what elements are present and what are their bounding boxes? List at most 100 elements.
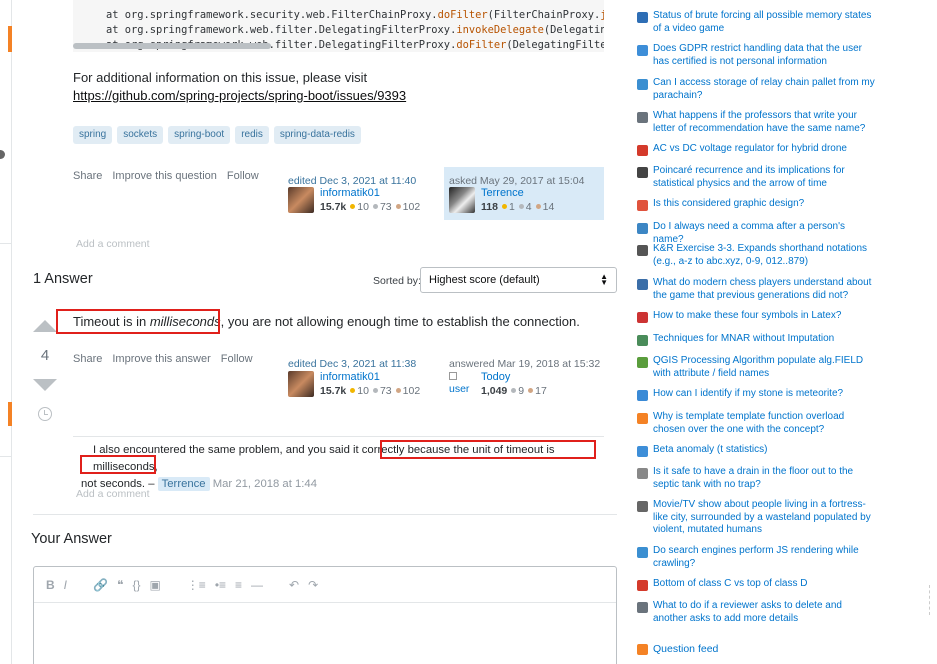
avatar[interactable]	[449, 187, 475, 213]
edited-label[interactable]: edited Dec 3, 2021 at 11:38	[288, 358, 416, 370]
related-question-title[interactable]: Is this considered graphic design?	[653, 198, 804, 211]
related-question-title[interactable]: Do search engines perform JS rendering w…	[653, 545, 877, 570]
related-question-title[interactable]: Techniques for MNAR without Imputation	[653, 333, 834, 346]
related-question[interactable]: How can I identify if my stone is meteor…	[637, 388, 877, 401]
editor-user-card: informatik01 15.7k 10 73 102	[288, 371, 420, 398]
answerer-user-card: Todoy 1,049 9 17	[481, 371, 547, 398]
related-question[interactable]: Does GDPR restrict handling data that th…	[637, 43, 877, 68]
link-icon[interactable]: 🔗	[93, 578, 108, 592]
avatar[interactable]	[288, 371, 314, 397]
scroll-indicator	[929, 585, 932, 615]
related-question[interactable]: Techniques for MNAR without Imputation	[637, 333, 877, 346]
history-icon[interactable]	[38, 407, 52, 421]
image-icon[interactable]: ▣	[149, 578, 160, 592]
related-question-title[interactable]: Movie/TV show about people living in a f…	[653, 499, 877, 537]
tag-spring[interactable]: spring	[73, 126, 113, 144]
related-question[interactable]: Can I access storage of relay chain pall…	[637, 77, 877, 102]
user-stats: 15.7k 10 73 102	[320, 201, 421, 213]
related-question-title[interactable]: What to do if a reviewer asks to delete …	[653, 600, 877, 625]
avatar[interactable]	[288, 187, 314, 213]
related-question[interactable]: What to do if a reviewer asks to delete …	[637, 600, 877, 625]
add-comment-link[interactable]: Add a comment	[76, 238, 150, 250]
code-icon[interactable]: {}	[132, 578, 140, 592]
avatar-alt: user	[449, 383, 470, 395]
add-comment-link[interactable]: Add a comment	[76, 488, 150, 500]
english-se-icon	[637, 223, 648, 234]
editor-toolbar: B I 🔗 ❝ {} ▣ ⋮≡ •≡ ≡ ― ↶ ↷	[34, 567, 616, 603]
related-question-title[interactable]: K&R Exercise 3-3. Expands shorthand nota…	[653, 243, 877, 268]
related-question-title[interactable]: What do modern chess players understand …	[653, 277, 877, 302]
related-question-title[interactable]: AC vs DC voltage regulator for hybrid dr…	[653, 143, 847, 156]
tag-spring-boot[interactable]: spring-boot	[168, 126, 231, 144]
related-question-title[interactable]: Poincaré recurrence and its implications…	[653, 165, 877, 190]
related-question[interactable]: Beta anomaly (t statistics)	[637, 444, 877, 457]
related-question[interactable]: What do modern chess players understand …	[637, 277, 877, 302]
horizontal-rule-icon[interactable]: ―	[251, 578, 263, 592]
related-question[interactable]: Movie/TV show about people living in a f…	[637, 499, 877, 537]
comment-user[interactable]: Terrence	[157, 477, 210, 491]
related-question[interactable]: AC vs DC voltage regulator for hybrid dr…	[637, 143, 877, 156]
related-question[interactable]: Status of brute forcing all possible mem…	[637, 10, 877, 35]
rss-icon	[637, 643, 648, 655]
related-question-title[interactable]: QGIS Processing Algorithm populate alg.F…	[653, 355, 877, 380]
code-scrollbar[interactable]	[73, 43, 271, 49]
bullet-list-icon[interactable]: •≡	[215, 578, 226, 592]
webmasters-icon	[637, 547, 648, 558]
follow-link[interactable]: Follow	[227, 170, 259, 182]
related-question[interactable]: Is it safe to have a drain in the floor …	[637, 466, 877, 491]
bold-icon[interactable]: B	[46, 578, 55, 592]
blockquote-icon[interactable]: ❝	[117, 578, 123, 592]
related-question[interactable]: What happens if the professors that writ…	[637, 110, 877, 135]
related-question-title[interactable]: Is it safe to have a drain in the floor …	[653, 466, 877, 491]
question-feed-link[interactable]: Question feed	[637, 643, 718, 655]
improve-answer-link[interactable]: Improve this answer	[112, 353, 210, 365]
related-question-title[interactable]: Status of brute forcing all possible mem…	[653, 10, 877, 35]
related-question-title[interactable]: Why is template template function overlo…	[653, 411, 877, 436]
mathoverflow-icon	[637, 167, 648, 178]
gutter-highlight	[8, 26, 12, 52]
comment-date[interactable]: Mar 21, 2018 at 1:44	[213, 478, 317, 490]
related-question[interactable]: Bottom of class C vs top of class D	[637, 578, 877, 591]
related-question-title[interactable]: Beta anomaly (t statistics)	[653, 444, 767, 457]
sort-value: Highest score (default)	[429, 274, 540, 286]
heading-icon[interactable]: ≡	[235, 578, 242, 592]
related-question[interactable]: Why is template template function overlo…	[637, 411, 877, 436]
italic-icon[interactable]: I	[64, 578, 67, 592]
user-name[interactable]: Todoy	[481, 371, 547, 384]
related-question[interactable]: K&R Exercise 3-3. Expands shorthand nota…	[637, 243, 877, 268]
tag-sockets[interactable]: sockets	[117, 126, 164, 144]
share-link[interactable]: Share	[73, 170, 102, 182]
tag-spring-data-redis[interactable]: spring-data-redis	[273, 126, 361, 144]
related-question-title[interactable]: How to make these four symbols in Latex?	[653, 310, 841, 323]
undo-icon[interactable]: ↶	[289, 578, 299, 592]
upvote-button[interactable]	[33, 320, 57, 332]
user-name[interactable]: informatik01	[320, 371, 420, 384]
answer-editor[interactable]: B I 🔗 ❝ {} ▣ ⋮≡ •≡ ≡ ― ↶ ↷	[33, 566, 617, 664]
numbered-list-icon[interactable]: ⋮≡	[187, 578, 206, 592]
related-question[interactable]: Is this considered graphic design?	[637, 198, 877, 211]
related-question-title[interactable]: Bottom of class C vs top of class D	[653, 578, 808, 591]
chess-se-icon	[637, 279, 648, 290]
downvote-button[interactable]	[33, 379, 57, 391]
avatar-placeholder[interactable]: user	[449, 371, 471, 395]
related-question[interactable]: QGIS Processing Algorithm populate alg.F…	[637, 355, 877, 380]
follow-link[interactable]: Follow	[221, 353, 253, 365]
edited-label[interactable]: edited Dec 3, 2021 at 11:40	[288, 175, 416, 187]
redo-icon[interactable]: ↷	[308, 578, 318, 592]
improve-question-link[interactable]: Improve this question	[112, 170, 217, 182]
user-name[interactable]: Terrence	[481, 187, 554, 200]
cross-validated-icon	[637, 335, 648, 346]
sort-select[interactable]: Highest score (default) ▲ ▼	[420, 267, 617, 293]
related-question-title[interactable]: Does GDPR restrict handling data that th…	[653, 43, 877, 68]
related-question[interactable]: How to make these four symbols in Latex?	[637, 310, 877, 323]
related-question-title[interactable]: What happens if the professors that writ…	[653, 110, 877, 135]
your-answer-heading: Your Answer	[31, 531, 112, 547]
issue-link[interactable]: https://github.com/spring-projects/sprin…	[73, 88, 406, 103]
user-name[interactable]: informatik01	[320, 187, 420, 200]
tag-redis[interactable]: redis	[235, 126, 269, 144]
share-link[interactable]: Share	[73, 353, 102, 365]
related-question-title[interactable]: How can I identify if my stone is meteor…	[653, 388, 843, 401]
related-question-title[interactable]: Can I access storage of relay chain pall…	[653, 77, 877, 102]
related-question[interactable]: Poincaré recurrence and its implications…	[637, 165, 877, 190]
related-question[interactable]: Do search engines perform JS rendering w…	[637, 545, 877, 570]
